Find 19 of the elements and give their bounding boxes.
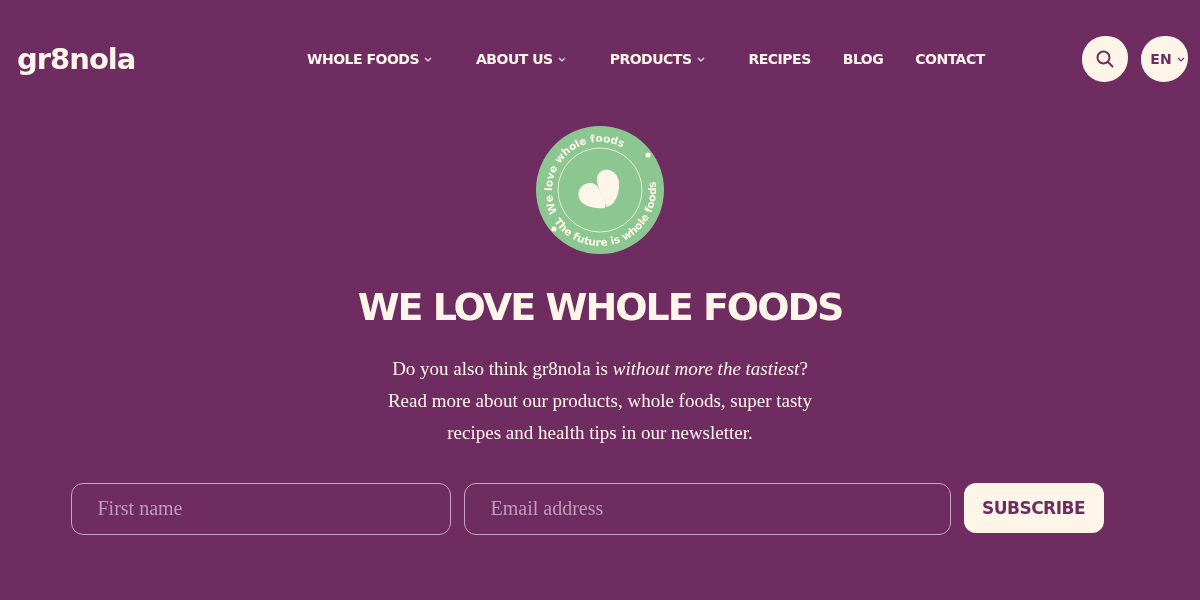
intro-paragraph: Do you also think gr8nola is without more the tastiest? Read more about our products, whole foods, super tasty recipes and health tips in our newsletter. [387, 356, 813, 445]
subscribe-button[interactable]: SUBSCRIBE [963, 482, 1104, 533]
heading: WE LOVE WHOLE FOODS [357, 285, 843, 331]
nav-link[interactable]: PRODUCTS [609, 51, 705, 67]
caret-icon [557, 56, 566, 62]
search-button[interactable] [1082, 36, 1128, 82]
caret-icon [424, 56, 432, 62]
nav-link[interactable]: CONTACT [915, 51, 985, 67]
input-field[interactable]: First name [70, 482, 451, 535]
search-icon [1096, 50, 1114, 68]
caret-icon [1176, 56, 1185, 62]
caret-icon [696, 56, 705, 62]
logo[interactable]: gr8nola [17, 42, 307, 76]
nav-link[interactable]: BLOG [842, 51, 884, 67]
language-selector[interactable]: EN [1141, 36, 1188, 82]
input-field[interactable]: Email address [463, 482, 951, 535]
nav-link[interactable]: WHOLE FOODS [307, 51, 432, 67]
nav-link[interactable]: ABOUT US [476, 51, 566, 67]
nav-link[interactable]: RECIPES [748, 51, 811, 67]
